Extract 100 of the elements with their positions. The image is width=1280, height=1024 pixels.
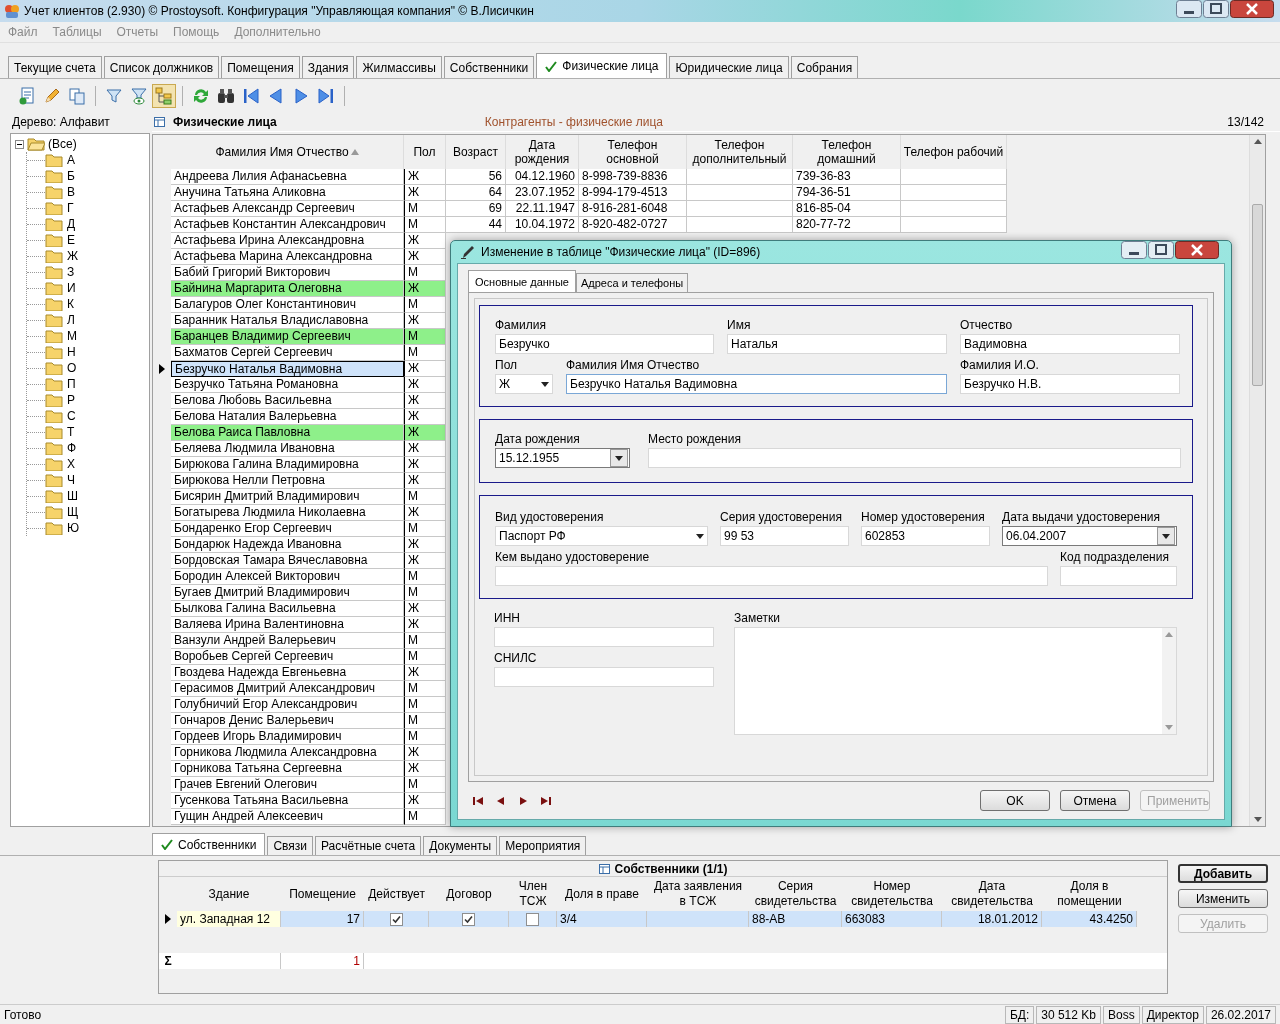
maximize-icon[interactable] [1148,241,1174,259]
tree-item[interactable]: Ю [67,521,80,535]
tab[interactable]: Юридические лица [669,56,789,78]
tab[interactable]: Список должников [103,56,220,78]
column-header[interactable]: Помещение [281,877,364,911]
text-field[interactable] [648,448,1181,468]
dropdown-arrow-icon [1162,533,1170,539]
tree-item[interactable]: Щ [67,505,79,519]
tab[interactable]: Мероприятия [499,836,587,855]
action-button[interactable]: Изменить [1178,889,1268,908]
last-icon[interactable] [540,795,552,806]
tab[interactable]: Жилмассивы [356,56,442,78]
text-field[interactable] [1060,566,1177,586]
text-field[interactable]: Наталья [727,334,947,354]
text-field[interactable] [494,627,714,647]
tab[interactable]: Собрания [790,56,859,78]
table-row[interactable]: ул. Западная 12 17 3/4 88-АВ 663083 18.01.2012 43.4250 [159,911,1167,927]
close-icon[interactable] [1230,0,1274,18]
scroll-up-icon[interactable] [1253,139,1262,144]
column-header[interactable]: Член ТСЖ [509,877,557,911]
column-header[interactable]: Договор [429,877,509,911]
tree-item[interactable]: Л [67,313,75,327]
column-header[interactable]: Серия свидетельства [749,877,842,911]
close-icon[interactable] [1175,241,1219,259]
table-cell: Бисярин Дмитрий Владимирович [171,489,404,505]
maximize-icon[interactable] [1203,0,1229,18]
text-field[interactable]: Вадимовна [960,334,1180,354]
column-header[interactable]: Доля в помещении [1042,877,1137,911]
tree-item[interactable]: П [67,377,76,391]
tree-item[interactable]: Ш [67,489,78,503]
tab[interactable]: Здания [301,56,355,78]
text-field[interactable] [495,566,1048,586]
field-label: Отчество [960,318,1014,332]
column-header[interactable]: Дата заявления в ТСЖ [647,877,749,911]
text-field[interactable]: 602853 [861,526,990,546]
dropdown[interactable]: Ж [495,374,553,394]
text-field[interactable]: Безручко Наталья Вадимовна [566,374,947,394]
date-picker[interactable]: 06.04.2007 [1002,526,1177,546]
copy-icon[interactable] [66,85,88,107]
tab[interactable]: Связи [267,836,313,855]
checkbox[interactable] [389,912,403,926]
tree-item[interactable]: Б [67,169,75,183]
tree-item[interactable]: А [67,153,75,167]
tab[interactable]: Основные данные [468,270,576,292]
tab[interactable]: Помещения [221,56,300,78]
tab[interactable]: Собственники [443,56,535,78]
checkbox[interactable] [462,912,475,926]
tab[interactable]: Собственники [152,833,266,855]
text-field[interactable] [494,667,714,687]
tree-item[interactable]: Е [67,233,75,247]
column-header[interactable]: Номер свидетельства [842,877,942,911]
tree-item[interactable]: З [67,265,75,279]
tree-item[interactable]: И [67,281,76,295]
dialog-button[interactable]: OK [980,790,1050,811]
tree-item[interactable]: Т [67,425,75,439]
tree-item[interactable]: В [67,185,75,199]
next-icon[interactable] [518,795,528,806]
action-button[interactable]: Добавить [1178,864,1268,883]
tree-item[interactable]: Ф [67,441,77,455]
tab[interactable]: Физические лица [536,53,668,78]
field-label: Код подразделения [1060,550,1170,564]
text-field[interactable]: Безручко [495,334,714,354]
tree-icon[interactable] [153,85,175,107]
tree-item[interactable]: О [67,361,77,375]
tree-item[interactable]: М [67,329,77,343]
table-cell: Ж [404,441,446,457]
previous-icon[interactable] [496,795,506,806]
tree-item[interactable]: Г [67,201,74,215]
first-icon[interactable] [472,795,484,806]
tree-item[interactable]: Р [67,393,75,407]
tree-item[interactable]: Н [67,345,76,359]
dialog-button[interactable]: Отмена [1060,790,1130,811]
column-header[interactable]: Дата свидетельства [942,877,1042,911]
text-field[interactable]: 99 53 [720,526,849,546]
tab[interactable]: Расчётные счета [315,836,422,855]
tab[interactable]: Документы [423,836,498,855]
checkbox[interactable] [526,912,539,926]
scroll-thumb[interactable] [1252,204,1263,386]
tree-item[interactable]: Ж [67,249,79,263]
column-header[interactable]: Действует [364,877,429,911]
minimize-icon[interactable] [1176,0,1202,18]
text-field[interactable]: Безручко Н.В. [960,374,1180,394]
dropdown[interactable]: Паспорт РФ [495,526,708,546]
date-picker[interactable]: 15.12.1955 [495,448,630,468]
funnel-eye-icon[interactable] [128,85,150,107]
minimize-icon[interactable] [1121,241,1147,259]
column-header[interactable]: Здание [177,877,281,911]
tree-item[interactable]: (Все) [48,137,77,151]
tab[interactable]: Адреса и телефоны [575,273,689,292]
collapse-icon[interactable] [15,139,24,149]
scroll-down-icon[interactable] [1253,817,1262,822]
tree-item[interactable]: Д [67,217,76,231]
tree-item[interactable]: К [67,297,74,311]
scrollbar[interactable] [1249,135,1265,826]
tab[interactable]: Текущие счета [8,56,102,78]
status-panel: БД: [1004,1005,1035,1024]
tree-item[interactable]: Ч [67,473,75,487]
tree-item[interactable]: Х [67,457,75,471]
tree-item[interactable]: С [67,409,76,423]
column-header[interactable]: Доля в праве [557,877,647,911]
